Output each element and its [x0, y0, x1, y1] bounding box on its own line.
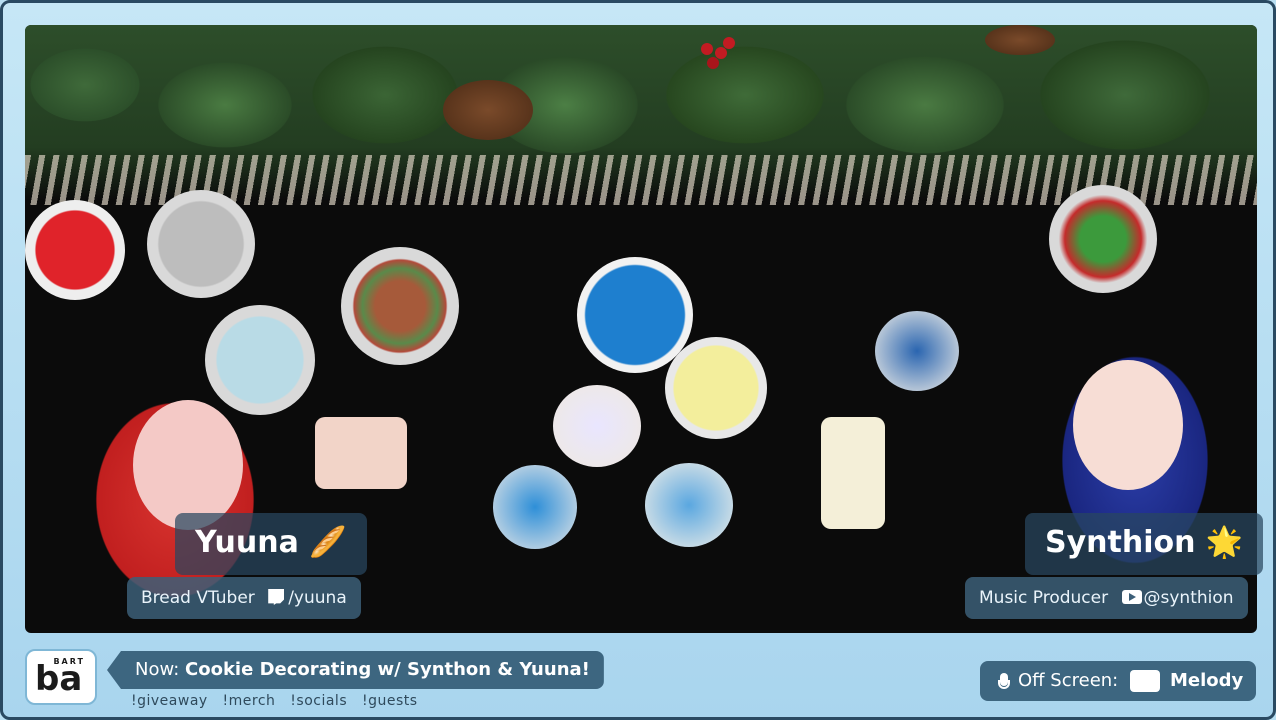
bread-emoji-icon: 🥖	[309, 525, 347, 560]
youtube-handle[interactable]: @synthion	[1144, 588, 1234, 608]
decorated-cookie	[493, 465, 577, 549]
candy-bowl	[1049, 185, 1157, 293]
brand-logo: BART ba	[25, 649, 97, 705]
pinecone	[985, 25, 1055, 55]
decorated-cookie	[553, 385, 641, 467]
bottom-bar: BART ba Now: Cookie Decorating w/ Syntho…	[3, 635, 1273, 717]
red-icing-bowl	[25, 200, 125, 300]
host-role: Bread VTuber	[141, 588, 255, 608]
twitch-handle[interactable]: /yuuna	[288, 588, 347, 608]
yellow-icing-bowl	[665, 337, 767, 439]
silver-sprinkles-bowl	[147, 190, 255, 298]
brand-mini-logo	[1130, 670, 1160, 692]
star-emoji-icon: 🌟	[1205, 525, 1244, 560]
yuuna-nameplate: Yuuna 🥖	[175, 513, 367, 575]
youtube-icon	[1121, 590, 1142, 604]
command-giveaway: !giveaway	[131, 693, 208, 709]
now-playing-banner: Now: Cookie Decorating w/ Synthon & Yuun…	[107, 651, 604, 689]
decorated-cookie	[645, 463, 733, 547]
host-name: Synthion	[1045, 525, 1196, 560]
off-screen-label: Off Screen:	[1018, 670, 1119, 691]
plain-cookie	[821, 417, 885, 529]
off-screen-name: Melody	[1170, 670, 1244, 691]
host-role: Music Producer	[979, 588, 1109, 608]
command-guests: !guests	[361, 693, 418, 709]
mixed-sprinkles-bowl	[341, 247, 459, 365]
twitch-icon	[268, 589, 285, 605]
synthion-nameplate: Synthion 🌟	[1025, 513, 1264, 575]
pinecone	[443, 80, 533, 140]
off-screen-panel: Off Screen: Melody	[980, 661, 1256, 701]
decorated-cookie	[875, 311, 959, 391]
chat-commands: !giveaway !merch !socials !guests	[131, 693, 418, 709]
avatar-face	[133, 400, 243, 530]
command-merch: !merch	[222, 693, 276, 709]
now-title: Cookie Decorating w/ Synthon & Yuuna!	[185, 659, 590, 680]
holly-berries	[701, 43, 713, 55]
mic-stand	[998, 680, 1010, 689]
avatar-face	[1073, 360, 1183, 490]
now-prefix: Now:	[135, 659, 180, 680]
yuuna-info-plate: Bread VTuber /yuuna	[127, 577, 361, 619]
logo-text: ba	[35, 659, 83, 699]
synthion-info-plate: Music Producer @synthion	[965, 577, 1248, 619]
cookie-being-decorated	[315, 417, 407, 489]
host-name: Yuuna	[195, 525, 299, 560]
stream-overlay-frame: Yuuna 🥖 Bread VTuber /yuuna Synthion 🌟 M…	[0, 0, 1276, 720]
command-socials: !socials	[290, 693, 348, 709]
